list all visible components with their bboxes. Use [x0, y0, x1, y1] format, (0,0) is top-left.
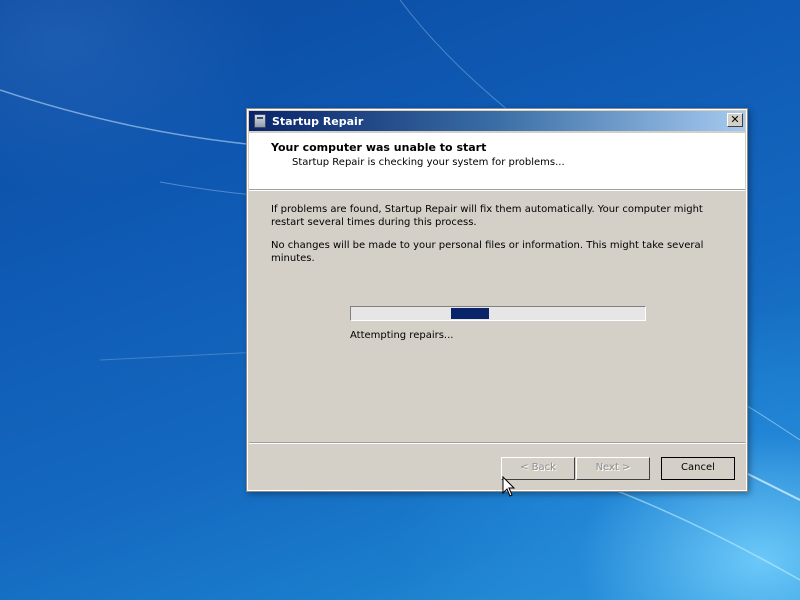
close-button[interactable]: ✕ [727, 113, 743, 127]
cancel-button[interactable]: Cancel [661, 457, 735, 480]
progress-status-text: Attempting repairs... [350, 330, 454, 341]
description-paragraph-1: If problems are found, Startup Repair wi… [271, 204, 703, 228]
close-icon: ✕ [730, 113, 740, 126]
header-title: Your computer was unable to start [271, 141, 487, 154]
header-subtitle: Startup Repair is checking your system f… [292, 157, 565, 168]
header-divider [249, 190, 745, 191]
next-button[interactable]: Next > [576, 457, 650, 480]
startup-repair-icon [254, 114, 266, 128]
progress-bar [350, 306, 646, 321]
startup-repair-dialog: Startup Repair ✕ Your computer was unabl… [246, 108, 748, 492]
title-bar[interactable]: Startup Repair ✕ [249, 111, 745, 131]
description-paragraph-2: No changes will be made to your personal… [271, 240, 704, 264]
mouse-pointer-icon [502, 476, 516, 497]
footer-divider-highlight [249, 443, 745, 444]
progress-marquee-chunk [451, 308, 489, 319]
desktop-background: Startup Repair ✕ Your computer was unabl… [0, 0, 800, 600]
header-panel: Your computer was unable to start Startu… [249, 133, 745, 190]
window-title: Startup Repair [272, 114, 364, 128]
